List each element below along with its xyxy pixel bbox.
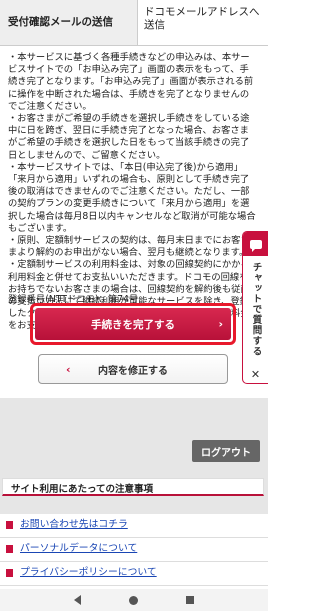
notice-item: ・本サービスサイトでは、「本日(申込完了後)から適用」「来月から適用」いずれの場… bbox=[8, 161, 256, 234]
confirmation-mail-label: 受付確認メールの送信 bbox=[0, 0, 138, 45]
close-icon[interactable]: ✕ bbox=[243, 368, 268, 381]
back-icon[interactable] bbox=[74, 595, 81, 605]
list-item: プライバシーポリシーについて bbox=[0, 562, 268, 586]
chat-header bbox=[243, 232, 268, 256]
home-icon[interactable] bbox=[129, 595, 138, 605]
footer-links: お問い合わせ先はコチラ パーソナルデータについて プライバシーポリシーについて bbox=[0, 514, 268, 586]
confirmation-mail-row: 受付確認メールの送信 ドコモメールアドレスへ送信 bbox=[0, 0, 268, 46]
chevron-left-icon: ‹ bbox=[66, 362, 71, 376]
bullet-square-icon bbox=[6, 569, 13, 577]
personal-data-link[interactable]: パーソナルデータについて bbox=[20, 543, 137, 554]
list-item: パーソナルデータについて bbox=[0, 538, 268, 562]
notice-item: ・お客さまがご希望の手続きを選択し手続きをしている途中に日を跨ぎ、翌日に手続き完… bbox=[8, 113, 250, 161]
modify-button-label: 内容を修正する bbox=[98, 365, 168, 377]
chevron-right-icon: › bbox=[218, 317, 223, 331]
bullet-square-icon bbox=[6, 521, 13, 529]
privacy-policy-link[interactable]: プライバシーポリシーについて bbox=[20, 567, 157, 578]
list-item: お問い合わせ先はコチラ bbox=[0, 514, 268, 538]
chat-bubble-icon bbox=[249, 239, 262, 252]
logout-button[interactable]: ログアウト bbox=[192, 440, 260, 462]
complete-button-highlight: 手続きを完了する › bbox=[30, 303, 236, 345]
modify-content-button[interactable]: ‹ 内容を修正する bbox=[38, 354, 228, 384]
chat-label: チャットで質問する bbox=[250, 262, 262, 357]
system-nav-bar bbox=[0, 589, 268, 611]
complete-procedure-button[interactable]: 手続きを完了する › bbox=[35, 308, 231, 340]
complete-button-label: 手続きを完了する bbox=[91, 318, 175, 331]
bullet-square-icon bbox=[6, 545, 13, 553]
notice-item: ・原則、定額制サービスの契約は、毎月末日までにお客さまより解約のお申出がない場合… bbox=[8, 235, 250, 259]
confirmation-mail-value: ドコモメールアドレスへ送信 bbox=[144, 6, 260, 31]
recent-apps-icon[interactable] bbox=[186, 596, 194, 604]
chat-side-tab[interactable]: チャットで質問する ✕ bbox=[242, 231, 268, 384]
notice-item: ・本サービスに基づく各種手続きなどの申込みは、本サービスサイトでの「お申込み完了… bbox=[8, 52, 254, 112]
notes-heading: サイト利用にあたっての注意事項 bbox=[2, 478, 264, 496]
contact-link[interactable]: お問い合わせ先はコチラ bbox=[20, 519, 128, 530]
